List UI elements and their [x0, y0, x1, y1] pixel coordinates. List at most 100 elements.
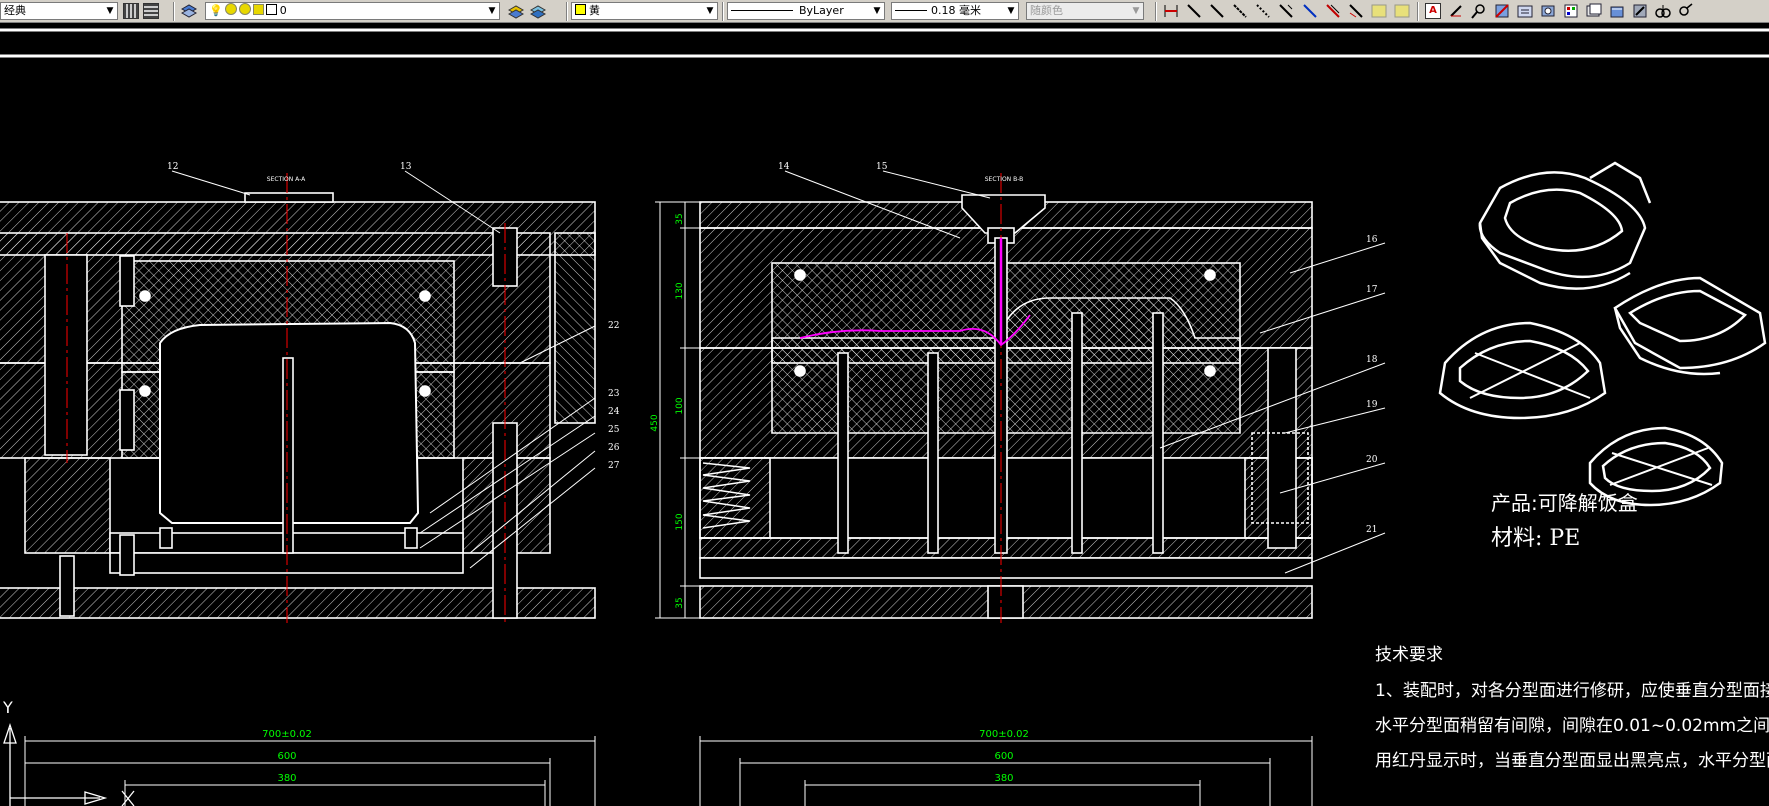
callout-19: 19	[1366, 400, 1378, 410]
chevron-down-icon[interactable]: ▼	[703, 3, 717, 19]
workspace-settings-icon[interactable]	[123, 3, 139, 19]
callout-15: 15	[876, 162, 888, 172]
sprue-bushing-top	[244, 192, 334, 203]
linear-dimension-icon[interactable]	[1163, 3, 1179, 19]
lightbulb-icon[interactable]: 💡	[209, 4, 223, 17]
continue-dimension-icon[interactable]	[1394, 3, 1410, 19]
color-select[interactable]: 黄 ▼	[571, 2, 718, 20]
product-label: 产品:可降解饭盒	[1491, 491, 1638, 515]
ucs-y-label: Y	[2, 698, 13, 717]
cooling-hole	[1204, 365, 1216, 377]
plotstyle-select[interactable]: 随颜色 ▼	[1026, 2, 1144, 20]
ordinate-dimension-icon[interactable]	[1232, 3, 1248, 19]
callout-25: 25	[608, 425, 620, 435]
callout-20: 20	[1366, 455, 1378, 465]
dim-cavity-plate: 130	[675, 282, 685, 299]
dim-bottom-plate: 35	[675, 597, 685, 608]
lineweight-line-icon	[895, 10, 927, 11]
sun-icon[interactable]	[224, 3, 237, 15]
tech-requirement-line: 1、装配时，对各分型面进行修研，应使垂直分型面接触吻合，	[1375, 680, 1769, 701]
diameter-dimension-icon[interactable]	[1302, 3, 1318, 19]
dim-width-left: 700±0.02	[262, 729, 312, 740]
dim-core-plate: 100	[675, 397, 685, 414]
dim-600-right: 600	[994, 751, 1013, 762]
workspace-value: 经典	[4, 4, 26, 17]
cooling-hole	[1204, 269, 1216, 281]
quick-dimension-icon[interactable]	[1348, 3, 1364, 19]
chevron-down-icon[interactable]: ▼	[485, 3, 499, 19]
tool-palettes-icon[interactable]	[1563, 3, 1579, 19]
lock-icon[interactable]	[252, 4, 264, 15]
layer-color-swatch	[265, 4, 277, 15]
callout-12: 12	[167, 162, 178, 172]
ejector-plate	[699, 557, 1313, 579]
toolbar-separator	[1417, 2, 1419, 21]
ejector-pin-right	[404, 527, 418, 549]
ejector-bore	[987, 585, 1024, 619]
cooling-hole	[139, 385, 151, 397]
chevron-down-icon[interactable]: ▼	[870, 3, 884, 19]
help-icon[interactable]	[1678, 3, 1694, 19]
bottom-dimensions-right	[699, 736, 1313, 806]
callout-24: 24	[608, 407, 620, 417]
chevron-down-icon[interactable]: ▼	[103, 3, 117, 19]
lineweight-select[interactable]: 0.18 毫米 ▼	[891, 2, 1019, 20]
cooling-hole	[139, 290, 151, 302]
layer-select[interactable]: 💡 0 ▼	[205, 2, 500, 20]
ejector-pin	[1152, 312, 1164, 554]
linetype-select[interactable]: ByLayer ▼	[727, 2, 885, 20]
make-current-layer-icon[interactable]	[507, 3, 525, 19]
bottom-dimensions-left	[24, 736, 596, 806]
chevron-down-icon[interactable]: ▼	[1129, 3, 1143, 19]
pan-icon[interactable]	[1494, 3, 1510, 19]
design-center-icon[interactable]	[1540, 3, 1556, 19]
leader-line	[171, 170, 251, 196]
drawing-canvas[interactable]: SECTION A-A 12 13 22 23 24 25 26 27 SECT…	[0, 23, 1769, 806]
dim-380-left: 380	[277, 773, 296, 784]
iso-view-lid	[1438, 321, 1607, 420]
zoom-icon[interactable]	[1471, 3, 1487, 19]
cooling-hole	[794, 365, 806, 377]
support-block-left	[24, 457, 111, 554]
color-value: 黄	[589, 4, 600, 17]
jogged-dimension-icon[interactable]	[1278, 3, 1294, 19]
multiline-text-icon[interactable]: A	[1425, 3, 1441, 19]
arc-length-icon[interactable]	[1209, 3, 1225, 19]
angular-dimension-icon[interactable]	[1325, 3, 1341, 19]
left-section-view[interactable]	[0, 170, 596, 623]
property-toolbar: 经典 ▼ 💡 0 ▼ 黄 ▼ ByLayer ▼ 0.18 毫米 ▼ 随颜色 ▼	[0, 0, 1769, 23]
cooling-hole	[794, 269, 806, 281]
plotstyle-value: 随颜色	[1030, 4, 1063, 17]
iso-view-tray	[1613, 276, 1767, 376]
properties-icon[interactable]	[1517, 3, 1533, 19]
cooling-hole	[419, 385, 431, 397]
callout-18: 18	[1366, 355, 1378, 365]
section-a-label: SECTION A-A	[267, 176, 306, 183]
toolbar-separator	[722, 2, 724, 21]
right-section-view[interactable]	[655, 170, 1386, 623]
dim-600-left: 600	[277, 751, 296, 762]
markup-icon[interactable]	[1609, 3, 1625, 19]
dim-ejector-space: 150	[675, 513, 685, 530]
callout-22: 22	[608, 321, 619, 331]
dim-380-right: 380	[994, 773, 1013, 784]
chevron-down-icon[interactable]: ▼	[1004, 3, 1018, 19]
quick-calc-icon[interactable]	[1632, 3, 1648, 19]
layer-manager-icon[interactable]	[180, 3, 198, 19]
freeze-icon[interactable]	[238, 3, 251, 15]
radius-dimension-icon[interactable]	[1255, 3, 1271, 19]
aligned-dimension-icon[interactable]	[1186, 3, 1202, 19]
workspace-select[interactable]: 经典 ▼	[0, 2, 118, 20]
dim-overall-height: 450	[650, 414, 660, 431]
sheet-set-icon[interactable]	[1586, 3, 1602, 19]
screw-left-mid	[119, 389, 135, 451]
layer-previous-icon[interactable]	[529, 3, 547, 19]
callout-23: 23	[608, 389, 620, 399]
lock-position-icon[interactable]	[1655, 3, 1671, 19]
side-block	[554, 232, 596, 424]
dimension-edit-icon[interactable]	[1448, 3, 1464, 19]
ejector-pin	[837, 352, 849, 554]
baseline-dimension-icon[interactable]	[1371, 3, 1387, 19]
bottom-dimension-labels: 700±0.02 600 380 700±0.02 600 380	[262, 729, 1029, 784]
tool-palette-icon[interactable]	[143, 3, 159, 19]
